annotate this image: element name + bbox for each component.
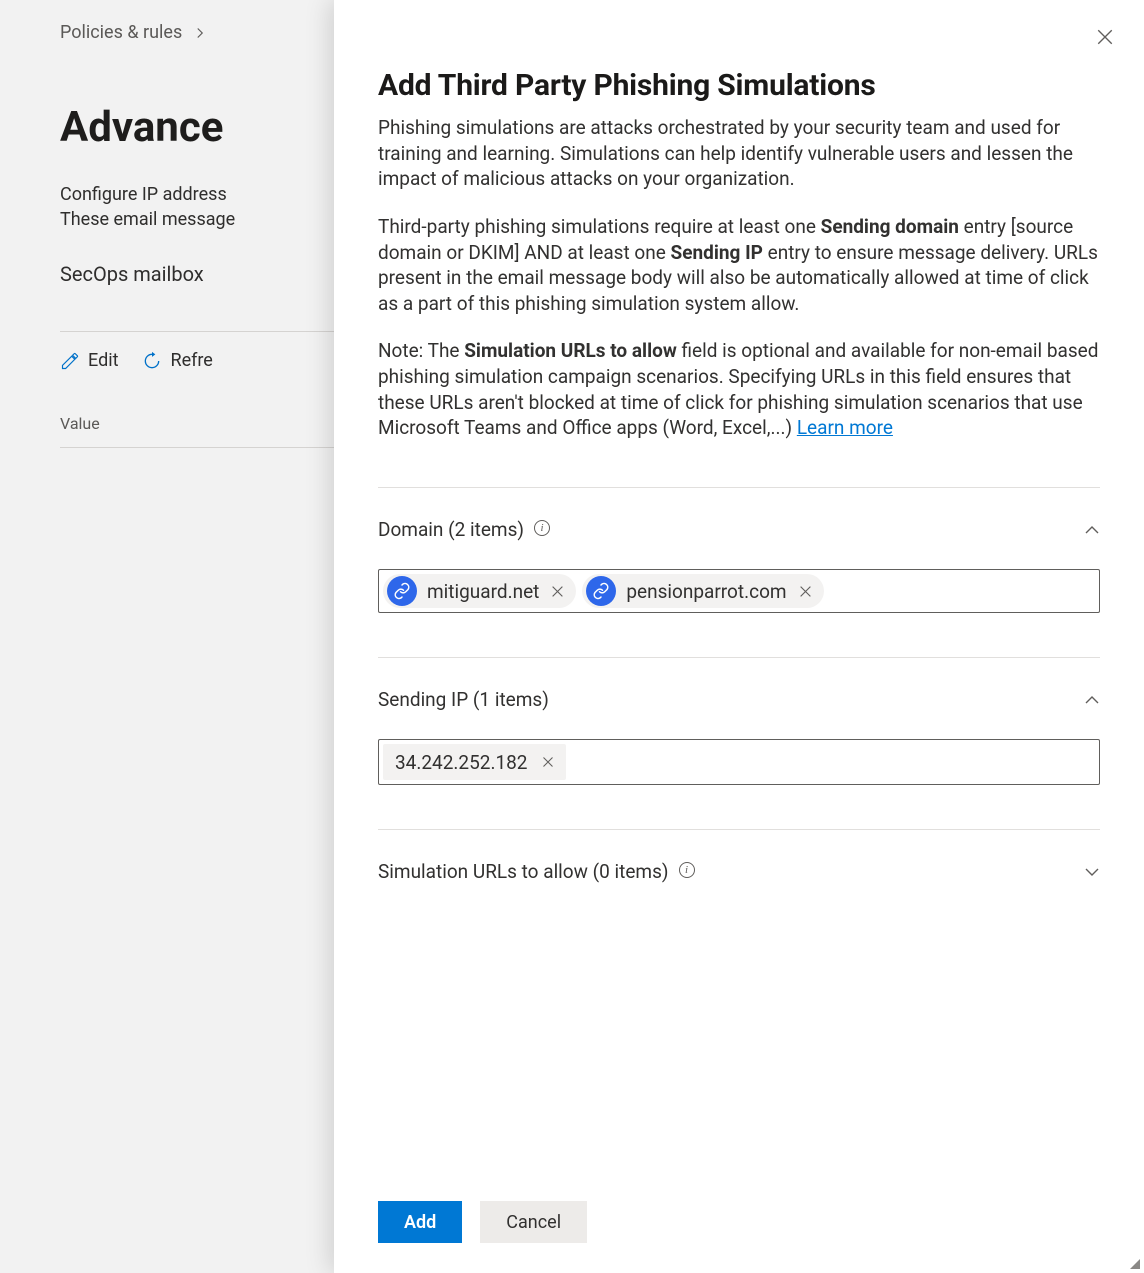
section-title-sending-ip: Sending IP (1 items) (378, 688, 549, 711)
remove-chip-button[interactable] (540, 754, 556, 770)
add-button[interactable]: Add (378, 1201, 462, 1243)
chevron-up-icon (1084, 692, 1100, 708)
chevron-down-icon (1084, 864, 1100, 880)
close-icon (799, 585, 812, 598)
panel-note-text: Note: The Simulation URLs to allow field… (378, 338, 1100, 441)
chevron-up-icon (1084, 522, 1100, 538)
section-header-sim-urls[interactable]: Simulation URLs to allow (0 items) i (378, 830, 1100, 889)
section-header-sending-ip[interactable]: Sending IP (1 items) (378, 658, 1100, 717)
learn-more-link[interactable]: Learn more (797, 416, 893, 439)
cancel-button[interactable]: Cancel (480, 1201, 587, 1243)
domain-chip: pensionparrot.com (582, 574, 823, 608)
resize-grip-icon[interactable] (1130, 1259, 1140, 1269)
section-header-domain[interactable]: Domain (2 items) i (378, 488, 1100, 547)
panel-title: Add Third Party Phishing Simulations (378, 68, 1100, 103)
panel-description: Phishing simulations are attacks orchest… (378, 115, 1100, 192)
close-icon (1096, 28, 1114, 46)
domain-chip-label: pensionparrot.com (626, 580, 786, 603)
link-icon (586, 576, 616, 606)
domain-chip: mitiguard.net (383, 574, 576, 608)
close-icon (542, 756, 554, 768)
sending-ip-input[interactable]: 34.242.252.182 (378, 739, 1100, 785)
link-icon (387, 576, 417, 606)
info-icon[interactable]: i (534, 520, 550, 536)
close-icon (551, 585, 564, 598)
side-panel: Add Third Party Phishing Simulations Phi… (334, 0, 1144, 1273)
ip-chip: 34.242.252.182 (383, 744, 566, 780)
close-button[interactable] (1096, 28, 1114, 50)
panel-requirement-text: Third-party phishing simulations require… (378, 214, 1100, 317)
remove-chip-button[interactable] (549, 583, 566, 600)
section-title-domain: Domain (2 items) (378, 518, 524, 541)
info-icon[interactable]: i (679, 862, 695, 878)
panel-footer: Add Cancel (334, 1189, 1144, 1273)
ip-chip-label: 34.242.252.182 (395, 751, 528, 774)
domain-chip-label: mitiguard.net (427, 580, 539, 603)
domain-input[interactable]: mitiguard.net pensionparrot.com (378, 569, 1100, 613)
section-title-sim-urls: Simulation URLs to allow (0 items) (378, 860, 669, 883)
remove-chip-button[interactable] (797, 583, 814, 600)
